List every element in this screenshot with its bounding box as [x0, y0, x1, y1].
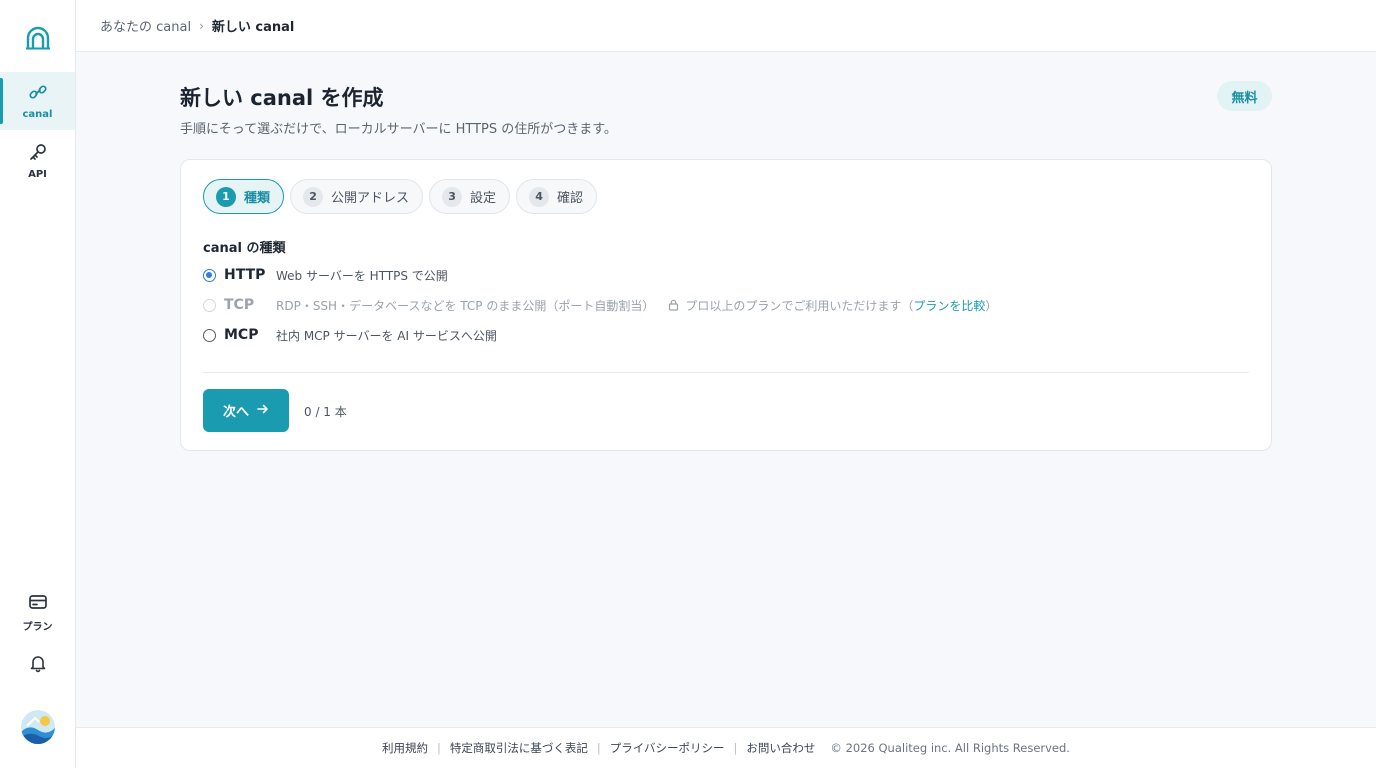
- link-icon: [28, 82, 48, 106]
- option-name: HTTP: [224, 267, 266, 283]
- plan-note-end: ）: [985, 298, 998, 313]
- step-settings[interactable]: 3 設定: [429, 179, 511, 214]
- next-button[interactable]: 次へ: [203, 389, 289, 432]
- footer-link-commerce[interactable]: 特定商取引法に基づく表記: [450, 740, 588, 756]
- step-label: 確認: [557, 191, 584, 206]
- page-title: 新しい canal を作成: [180, 86, 384, 110]
- radio-tcp: [203, 298, 216, 312]
- step-number: 2: [303, 186, 324, 207]
- step-label: 公開アドレス: [331, 191, 410, 206]
- canal-type-label: canal の種類: [203, 241, 286, 256]
- divider: [203, 372, 1249, 373]
- sidebar-item-canal[interactable]: canal: [0, 72, 75, 130]
- step-label: 種類: [244, 191, 271, 206]
- footer-link-contact[interactable]: お問い合わせ: [746, 740, 815, 756]
- breadcrumb: あなたの canal › 新しい canal: [76, 0, 1376, 52]
- option-tcp: TCP RDP・SSH・データベースなどを TCP のまま公開（ポート自動割当）…: [203, 295, 997, 315]
- app-logo-icon[interactable]: [25, 26, 51, 50]
- compare-plans-link[interactable]: プランを比較: [913, 297, 985, 314]
- plan-note: プロ以上のプランでご利用いただけます（: [685, 298, 914, 313]
- step-number: 1: [216, 186, 236, 207]
- card-icon: [28, 593, 48, 615]
- notifications-button[interactable]: [0, 640, 75, 690]
- footer-separator: |: [733, 741, 738, 755]
- lock-icon: [668, 299, 679, 311]
- step-public-address[interactable]: 2 公開アドレス: [290, 179, 424, 214]
- option-name: MCP: [224, 327, 259, 343]
- step-type[interactable]: 1 種類: [203, 179, 285, 214]
- footer-link-terms[interactable]: 利用規約: [382, 740, 428, 756]
- page-subtitle: 手順にそって選ぶだけで、ローカルサーバーに HTTPS の住所がつきます。: [180, 122, 617, 137]
- arrow-right-icon: [257, 403, 269, 418]
- sidebar-item-api[interactable]: API: [0, 132, 75, 190]
- option-description: 社内 MCP サーバーを AI サービスへ公開: [276, 328, 497, 343]
- footer-separator: |: [596, 741, 601, 755]
- step-number: 3: [442, 186, 463, 207]
- avatar[interactable]: [21, 710, 55, 744]
- sidebar-item-label: canal: [22, 109, 53, 120]
- key-icon: [28, 142, 48, 166]
- bell-icon: [29, 653, 47, 677]
- footer: 利用規約 | 特定商取引法に基づく表記 | プライバシーポリシー | お問い合わ…: [76, 727, 1376, 768]
- step-number: 4: [529, 186, 550, 207]
- option-name: TCP: [224, 297, 255, 313]
- free-badge: 無料: [1217, 81, 1272, 111]
- next-button-label: 次へ: [222, 405, 249, 420]
- sidebar-item-label: API: [28, 169, 47, 180]
- option-mcp[interactable]: MCP 社内 MCP サーバーを AI サービスへ公開: [203, 325, 497, 345]
- footer-separator: |: [437, 741, 441, 755]
- canal-count: 0 / 1 本: [304, 405, 347, 419]
- radio-mcp[interactable]: [203, 328, 216, 342]
- breadcrumb-current: 新しい canal: [211, 20, 295, 35]
- wizard-card: 1 種類 2 公開アドレス 3 設定 4 確認 canal の種類 HTTP W…: [180, 159, 1272, 451]
- sidebar: canal API プラン: [0, 0, 76, 768]
- wizard-steps: 1 種類 2 公開アドレス 3 設定 4 確認: [203, 179, 598, 214]
- radio-http[interactable]: [203, 268, 216, 282]
- copyright: © 2026 Qualiteg inc. All Rights Reserved…: [830, 741, 1070, 755]
- step-confirm[interactable]: 4 確認: [516, 179, 598, 214]
- sidebar-item-plan[interactable]: プラン: [0, 584, 75, 642]
- step-label: 設定: [470, 191, 497, 206]
- chevron-right-icon: ›: [199, 18, 204, 33]
- footer-link-privacy[interactable]: プライバシーポリシー: [610, 740, 725, 756]
- option-description: Web サーバーを HTTPS で公開: [276, 268, 448, 283]
- breadcrumb-parent-link[interactable]: あなたの canal: [100, 16, 191, 35]
- sidebar-item-label: プラン: [22, 622, 53, 633]
- option-description: RDP・SSH・データベースなどを TCP のまま公開（ポート自動割当）: [276, 298, 655, 313]
- option-http[interactable]: HTTP Web サーバーを HTTPS で公開: [203, 265, 448, 285]
